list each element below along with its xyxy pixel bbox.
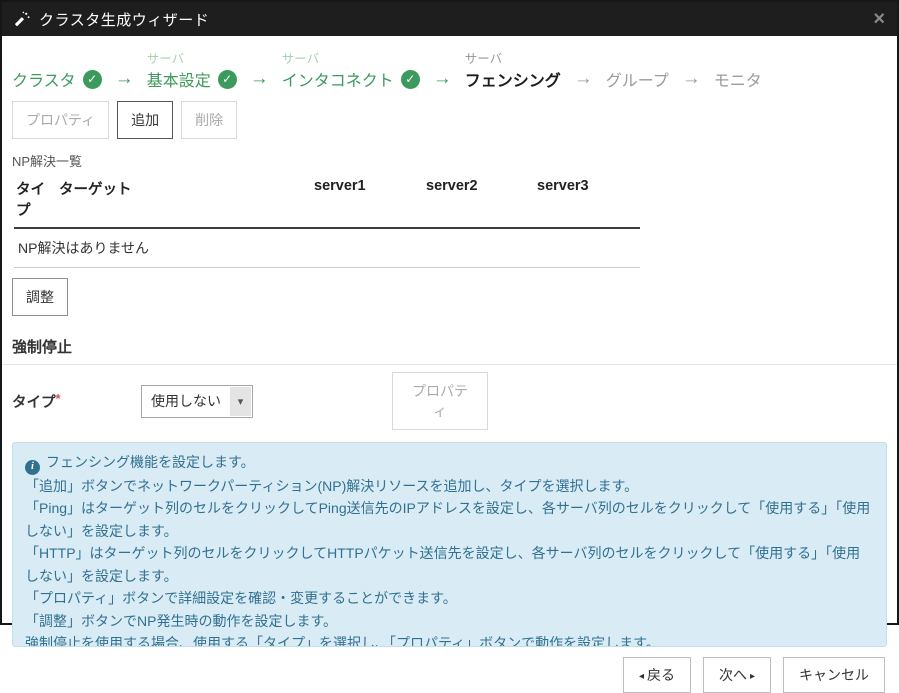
arrow-right-icon: → <box>115 68 134 91</box>
info-box: iフェンシング機能を設定します。 「追加」ボタンでネットワークパーティション(N… <box>12 442 887 647</box>
info-line: 「プロパティ」ボタンで詳細設定を確認・変更することができます。 <box>25 587 874 610</box>
triangle-left-icon: ◂ <box>639 671 644 682</box>
info-line: iフェンシング機能を設定します。 <box>25 451 874 475</box>
np-table: タイプ ターゲット server1 server2 server3 NP解決はあ… <box>14 172 640 268</box>
column-header-server1: server1 <box>314 178 426 220</box>
step-label: クラスタ <box>12 67 76 91</box>
forced-stop-property-button: プロパティ <box>392 372 488 430</box>
info-line: 「調整」ボタンでNP発生時の動作を設定します。 <box>25 610 874 633</box>
property-button: プロパティ <box>12 101 109 139</box>
type-select[interactable]: 使用しない ▾ <box>141 385 253 418</box>
info-line: 「追加」ボタンでネットワークパーティション(NP)解決リソースを追加し、タイプを… <box>25 475 874 498</box>
arrow-right-icon: → <box>574 68 593 91</box>
triangle-right-icon: ▸ <box>750 671 755 682</box>
title-bar: クラスタ生成ウィザード × <box>2 2 897 36</box>
section-divider <box>2 364 897 365</box>
window-title: クラスタ生成ウィザード <box>39 9 209 30</box>
step-label: モニタ <box>714 67 762 91</box>
close-icon[interactable]: × <box>873 9 885 29</box>
step-label: フェンシング <box>465 67 561 91</box>
cancel-button[interactable]: キャンセル <box>783 657 885 693</box>
check-icon: ✓ <box>83 70 102 89</box>
step-server-fencing[interactable]: サーバ フェンシング <box>465 48 561 91</box>
column-header-type: タイプ <box>16 178 59 220</box>
info-line: 「HTTP」はターゲット列のセルをクリックしてHTTPパケット送信先を設定し、各… <box>25 542 874 587</box>
np-table-caption: NP解決一覧 <box>12 151 887 170</box>
np-table-header: タイプ ターゲット server1 server2 server3 <box>14 172 640 229</box>
required-mark: * <box>56 391 61 406</box>
column-header-target: ターゲット <box>59 178 314 220</box>
column-header-server2: server2 <box>426 178 537 220</box>
step-super-label: サーバ <box>282 48 319 67</box>
column-header-server3: server3 <box>537 178 642 220</box>
add-button[interactable]: 追加 <box>117 101 173 139</box>
step-label: グループ <box>606 67 669 91</box>
arrow-right-icon: → <box>250 68 269 91</box>
step-cluster[interactable]: クラスタ ✓ <box>12 48 102 91</box>
step-label: インタコネクト <box>282 67 394 91</box>
np-toolbar: プロパティ 追加 削除 <box>12 101 887 139</box>
info-line: 強制停止を使用する場合、使用する「タイプ」を選択し、「プロパティ」ボタンで動作を… <box>25 632 874 647</box>
magic-wand-icon <box>14 11 30 27</box>
forced-stop-heading: 強制停止 <box>12 336 887 357</box>
wizard-steps: クラスタ ✓ → サーバ 基本設定 ✓ → サーバ インタコネクト ✓ → サー… <box>12 48 887 91</box>
footer-buttons: ◂戻る 次へ▸ キャンセル <box>12 657 887 693</box>
arrow-right-icon: → <box>682 68 701 91</box>
step-label: 基本設定 <box>147 67 211 91</box>
step-server-basic[interactable]: サーバ 基本設定 ✓ <box>147 48 237 91</box>
forced-stop-type-row: タイプ* 使用しない ▾ プロパティ <box>12 372 887 430</box>
type-label: タイプ* <box>12 391 141 412</box>
info-icon: i <box>25 460 40 475</box>
check-icon: ✓ <box>218 70 237 89</box>
delete-button: 削除 <box>181 101 237 139</box>
back-button[interactable]: ◂戻る <box>623 657 691 693</box>
check-icon: ✓ <box>401 70 420 89</box>
arrow-right-icon: → <box>433 68 452 91</box>
chevron-down-icon: ▾ <box>230 387 251 416</box>
tune-button[interactable]: 調整 <box>12 278 68 316</box>
step-server-interconnect[interactable]: サーバ インタコネクト ✓ <box>282 48 420 91</box>
step-group: グループ <box>606 48 669 91</box>
step-monitor: モニタ <box>714 48 762 91</box>
type-select-value: 使用しない <box>142 391 229 411</box>
step-super-label: サーバ <box>147 48 184 67</box>
np-table-empty-row: NP解決はありません <box>14 229 640 268</box>
next-button[interactable]: 次へ▸ <box>703 657 771 693</box>
step-super-label: サーバ <box>465 48 502 67</box>
info-line: 「Ping」はターゲット列のセルをクリックしてPing送信先のIPアドレスを設定… <box>25 497 874 542</box>
